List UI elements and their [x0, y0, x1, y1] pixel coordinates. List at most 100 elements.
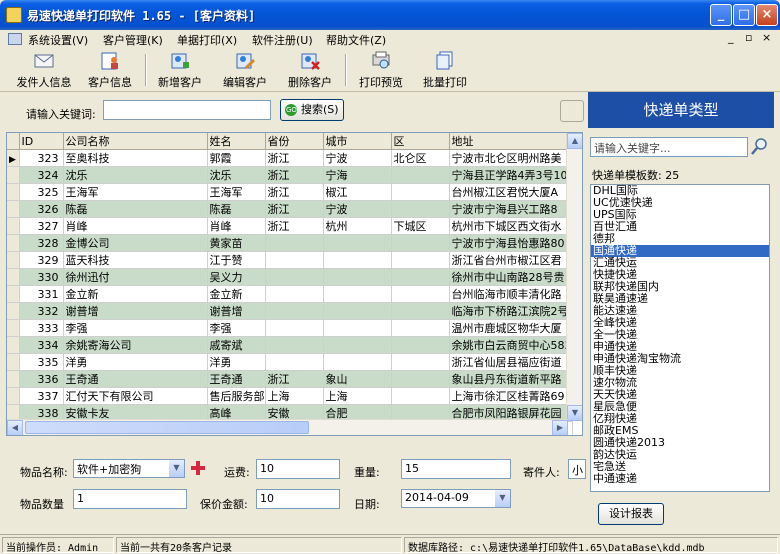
cell-province[interactable]: 浙江: [265, 217, 324, 235]
row-indicator[interactable]: [7, 387, 20, 405]
table-row[interactable]: 324 沈乐 沈乐 浙江 宁海 宁海县正学路4弄3号10: [7, 166, 573, 184]
cell-name[interactable]: 王奇通: [207, 370, 266, 388]
cell-province[interactable]: [265, 336, 324, 354]
cell-name[interactable]: 王海军: [207, 183, 266, 201]
cell-id[interactable]: 329: [19, 251, 64, 269]
cell-address[interactable]: 徐州市中山南路28号贵: [449, 268, 573, 286]
add-item-icon[interactable]: [190, 460, 206, 476]
cell-city[interactable]: 上海: [323, 387, 392, 405]
mdi-restore-button[interactable]: ▫: [745, 31, 752, 44]
cell-id[interactable]: 334: [19, 336, 64, 354]
cell-id[interactable]: 333: [19, 319, 64, 337]
row-indicator[interactable]: ▶: [7, 149, 20, 167]
row-indicator[interactable]: [7, 217, 20, 235]
cell-city[interactable]: [323, 285, 392, 303]
cell-company[interactable]: 陈磊: [63, 200, 208, 218]
cell-city[interactable]: [323, 268, 392, 286]
cell-name[interactable]: 陈磊: [207, 200, 266, 218]
cell-district[interactable]: [391, 234, 450, 252]
cell-district[interactable]: [391, 353, 450, 371]
cell-city[interactable]: 宁波: [323, 149, 392, 167]
cell-district[interactable]: [391, 200, 450, 218]
cell-district[interactable]: 北仑区: [391, 149, 450, 167]
cell-name[interactable]: 李强: [207, 319, 266, 337]
menu-help[interactable]: 帮助文件(Z): [326, 32, 386, 48]
table-row[interactable]: 335 洋勇 洋勇 浙江省仙居县福应街道: [7, 353, 573, 371]
cell-company[interactable]: 李强: [63, 319, 208, 337]
column-header-id[interactable]: ID: [19, 133, 64, 150]
table-row[interactable]: 325 王海军 王海军 浙江 椒江 台州椒江区君悦大厦A: [7, 183, 573, 201]
cell-name[interactable]: 郭霞: [207, 149, 266, 167]
cell-address[interactable]: 台州椒江区君悦大厦A: [449, 183, 573, 201]
cell-province[interactable]: [265, 353, 324, 371]
scroll-left-arrow[interactable]: ◀: [7, 420, 23, 435]
cell-province[interactable]: 浙江: [265, 183, 324, 201]
customer-grid[interactable]: ID 公司名称 姓名 省份 城市 区 地址 ▶ 323 至奥科技 郭霞 浙江 宁波 北仑区宁…: [6, 132, 583, 436]
table-row[interactable]: 328 金博公司 黄家苗 宁波市宁海县怡惠路80: [7, 234, 573, 252]
cell-name[interactable]: 沈乐: [207, 166, 266, 184]
cell-province[interactable]: 浙江: [265, 200, 324, 218]
cell-name[interactable]: 金立新: [207, 285, 266, 303]
cell-address[interactable]: 浙江省台州市椒江区君: [449, 251, 573, 269]
cell-company[interactable]: 蓝天科技: [63, 251, 208, 269]
row-indicator[interactable]: [7, 285, 20, 303]
cell-id[interactable]: 327: [19, 217, 64, 235]
cell-address[interactable]: 象山县丹东街道新平路: [449, 370, 573, 388]
cell-address[interactable]: 宁波市宁海县兴工路8: [449, 200, 573, 218]
cell-province[interactable]: 浙江: [265, 166, 324, 184]
cell-id[interactable]: 328: [19, 234, 64, 252]
mdi-minimize-button[interactable]: _: [728, 31, 734, 44]
cell-id[interactable]: 330: [19, 268, 64, 286]
cell-name[interactable]: 售后服务部: [207, 387, 266, 405]
table-row[interactable]: 331 金立新 金立新 台州临海市顺丰清化路: [7, 285, 573, 303]
cell-city[interactable]: [323, 336, 392, 354]
table-row[interactable]: 336 王奇通 王奇通 浙江 象山 象山县丹东街道新平路: [7, 370, 573, 388]
freight-input[interactable]: 10: [256, 459, 340, 479]
table-row[interactable]: ▶ 323 至奥科技 郭霞 浙江 宁波 北仑区 宁波市北仑区明州路美: [7, 149, 573, 167]
row-indicator[interactable]: [7, 183, 20, 201]
cell-city[interactable]: 象山: [323, 370, 392, 388]
template-list-item[interactable]: 百世汇通: [591, 221, 769, 233]
cell-district[interactable]: 下城区: [391, 217, 450, 235]
cell-city[interactable]: [323, 251, 392, 269]
design-report-button[interactable]: 设计报表: [598, 503, 664, 525]
cell-city[interactable]: [323, 234, 392, 252]
cell-province[interactable]: [265, 285, 324, 303]
cell-address[interactable]: 浙江省仙居县福应街道: [449, 353, 573, 371]
cell-district[interactable]: [391, 370, 450, 388]
cell-address[interactable]: 宁海县正学路4弄3号10: [449, 166, 573, 184]
close-button[interactable]: ×: [756, 4, 778, 26]
row-indicator[interactable]: [7, 353, 20, 371]
table-row[interactable]: 330 徐州迅付 吴义力 徐州市中山南路28号贵: [7, 268, 573, 286]
print-preview-button[interactable]: 打印预览: [354, 50, 408, 90]
cell-company[interactable]: 洋勇: [63, 353, 208, 371]
cell-district[interactable]: [391, 336, 450, 354]
cell-company[interactable]: 王奇通: [63, 370, 208, 388]
cell-district[interactable]: [391, 319, 450, 337]
chevron-down-icon[interactable]: ▼: [169, 460, 184, 477]
scroll-up-arrow[interactable]: ▲: [567, 133, 582, 149]
row-indicator[interactable]: [7, 319, 20, 337]
cell-company[interactable]: 金立新: [63, 285, 208, 303]
cell-district[interactable]: [391, 166, 450, 184]
cell-id[interactable]: 331: [19, 285, 64, 303]
cell-province[interactable]: [265, 319, 324, 337]
cell-city[interactable]: [323, 353, 392, 371]
cell-city[interactable]: [323, 319, 392, 337]
mdi-close-button[interactable]: ×: [762, 31, 771, 44]
menu-software-registration[interactable]: 软件注册(U): [252, 32, 313, 48]
row-indicator[interactable]: [7, 200, 20, 218]
row-indicator[interactable]: [7, 166, 20, 184]
cell-name[interactable]: 吴义力: [207, 268, 266, 286]
cell-city[interactable]: 杭州: [323, 217, 392, 235]
scroll-down-arrow[interactable]: ▼: [567, 405, 582, 421]
delete-customer-button[interactable]: 删除客户: [283, 50, 337, 90]
cell-district[interactable]: [391, 387, 450, 405]
cell-province[interactable]: [265, 251, 324, 269]
row-indicator[interactable]: [7, 302, 20, 320]
cell-name[interactable]: 洋勇: [207, 353, 266, 371]
magnifier-icon[interactable]: [750, 136, 770, 158]
cell-id[interactable]: 323: [19, 149, 64, 167]
cell-name[interactable]: 黄家苗: [207, 234, 266, 252]
cell-address[interactable]: 温州市鹿城区物华大厦: [449, 319, 573, 337]
